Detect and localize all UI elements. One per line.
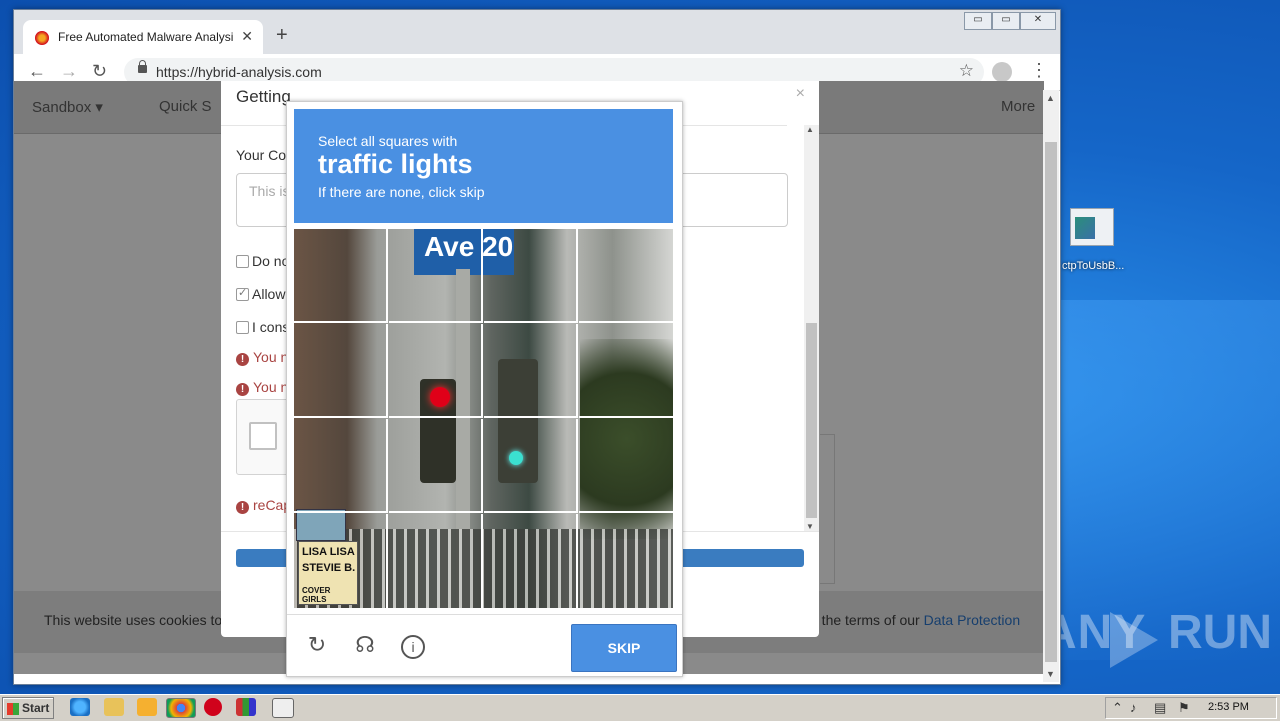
cookie-text-terms: o the terms of our — [810, 612, 920, 628]
error-icon: ! — [236, 353, 249, 366]
checkbox-consent-label: I cons — [252, 319, 290, 335]
modal-close-icon[interactable]: × — [796, 85, 805, 103]
checkbox-consent[interactable] — [236, 321, 249, 334]
document-icon — [1070, 208, 1114, 246]
grid-tile[interactable] — [294, 229, 388, 323]
info-icon[interactable]: i — [401, 635, 425, 659]
page-scroll-up-icon[interactable]: ▲ — [1046, 93, 1055, 103]
modal-title: Getting — [236, 87, 291, 106]
grid-tile[interactable] — [484, 419, 578, 513]
opera-icon[interactable] — [204, 698, 222, 716]
grid-tile[interactable] — [579, 419, 673, 513]
watermark-run: RUN — [1168, 606, 1272, 659]
cookie-text-right: o the terms of our Data Protection — [810, 612, 1020, 628]
error-icon: ! — [236, 383, 249, 396]
internet-explorer-icon[interactable] — [70, 698, 90, 716]
grid-tile[interactable] — [484, 229, 578, 323]
grid-tile[interactable] — [294, 514, 388, 608]
grid-tile[interactable] — [389, 229, 483, 323]
chrome-taskbar-icon[interactable] — [166, 698, 196, 718]
grid-tile[interactable] — [484, 324, 578, 418]
comment-label: Your Cor — [236, 147, 291, 163]
start-label: Start — [22, 701, 50, 715]
grid-tile[interactable] — [389, 419, 483, 513]
start-button[interactable]: Start — [2, 697, 54, 719]
scroll-up-icon[interactable]: ▲ — [806, 125, 814, 134]
windows-flag-icon — [7, 702, 19, 715]
challenge-footer: ↻ ☊ i SKIP — [287, 614, 682, 677]
background-panel-edge — [820, 434, 835, 584]
scroll-down-icon[interactable]: ▼ — [806, 522, 814, 531]
desktop-file-icon[interactable]: ctpToUsbB... — [1062, 208, 1125, 272]
prompt-target: traffic lights — [318, 149, 473, 179]
recaptcha-challenge: Select all squares with traffic lights I… — [286, 101, 683, 677]
page-scrollbar[interactable]: ▲ ▼ — [1043, 90, 1059, 682]
comment-placeholder: This is — [249, 183, 290, 199]
error-message-3: ! reCap — [236, 497, 291, 514]
windows-taskbar: Start ⌃ ♪ ▤ ⚑ 2:53 PM — [0, 694, 1280, 721]
watermark-play-icon — [1110, 612, 1158, 668]
checkbox-allow-label: Allow — [252, 286, 286, 302]
grid-tile[interactable] — [579, 229, 673, 323]
system-tray: ⌃ ♪ ▤ ⚑ 2:53 PM — [1105, 697, 1277, 719]
audio-headphones-icon[interactable]: ☊ — [353, 633, 377, 657]
modal-scroll-thumb[interactable] — [806, 323, 817, 518]
checkbox-allow[interactable] — [236, 286, 249, 301]
challenge-header: Select all squares with traffic lights I… — [294, 109, 673, 223]
network-icon[interactable]: ▤ — [1154, 700, 1166, 716]
action-center-flag-icon[interactable]: ⚑ — [1178, 700, 1190, 716]
page-scroll-thumb[interactable] — [1045, 142, 1057, 662]
modal-scrollbar[interactable]: ▲ ▼ — [804, 125, 819, 531]
tray-expand-icon[interactable]: ⌃ — [1112, 700, 1123, 716]
data-protection-link[interactable]: Data Protection — [924, 612, 1021, 628]
nav-sandbox[interactable]: Sandbox ▾ — [32, 98, 103, 116]
cookie-text-left: This website uses cookies to — [44, 612, 223, 628]
error-text-2: You n — [253, 379, 289, 395]
grid-tile[interactable] — [484, 514, 578, 608]
skip-button[interactable]: SKIP — [571, 624, 677, 672]
grid-tile[interactable] — [294, 324, 388, 418]
volume-icon[interactable]: ♪ — [1130, 700, 1137, 715]
page-scroll-down-icon[interactable]: ▼ — [1046, 669, 1055, 679]
image-grid: Ave 20 LISA LISA STEVIE B. COVER GIRLS — [294, 229, 673, 608]
desktop-icon-label: ctpToUsbB... — [1062, 260, 1125, 272]
reload-challenge-icon[interactable]: ↻ — [305, 633, 329, 657]
grid-tile[interactable] — [389, 514, 483, 608]
taskbar-clock[interactable]: 2:53 PM — [1208, 701, 1249, 713]
error-text-1: You n — [253, 349, 289, 365]
checkbox-do-not-label: Do no — [252, 253, 290, 269]
nav-quick-scan[interactable]: Quick S — [159, 98, 212, 115]
window-app-icon[interactable] — [272, 698, 294, 718]
error-icon: ! — [236, 501, 249, 514]
grid-tile[interactable] — [579, 324, 673, 418]
recaptcha-checkbox[interactable] — [249, 422, 277, 450]
app-icon[interactable] — [236, 698, 256, 716]
error-message-1: ! You n — [236, 349, 288, 366]
recaptcha-widget — [236, 399, 293, 475]
folder-icon[interactable] — [104, 698, 124, 716]
prompt-line-3: If there are none, click skip — [318, 184, 485, 200]
grid-tile[interactable] — [389, 324, 483, 418]
grid-tile[interactable] — [294, 419, 388, 513]
checkbox-do-not[interactable] — [236, 255, 249, 268]
media-player-icon[interactable] — [137, 698, 157, 716]
error-message-2: ! You n — [236, 379, 288, 396]
prompt-line-1: Select all squares with — [318, 133, 458, 149]
grid-tile[interactable] — [579, 514, 673, 608]
nav-more[interactable]: More — [1001, 98, 1035, 115]
